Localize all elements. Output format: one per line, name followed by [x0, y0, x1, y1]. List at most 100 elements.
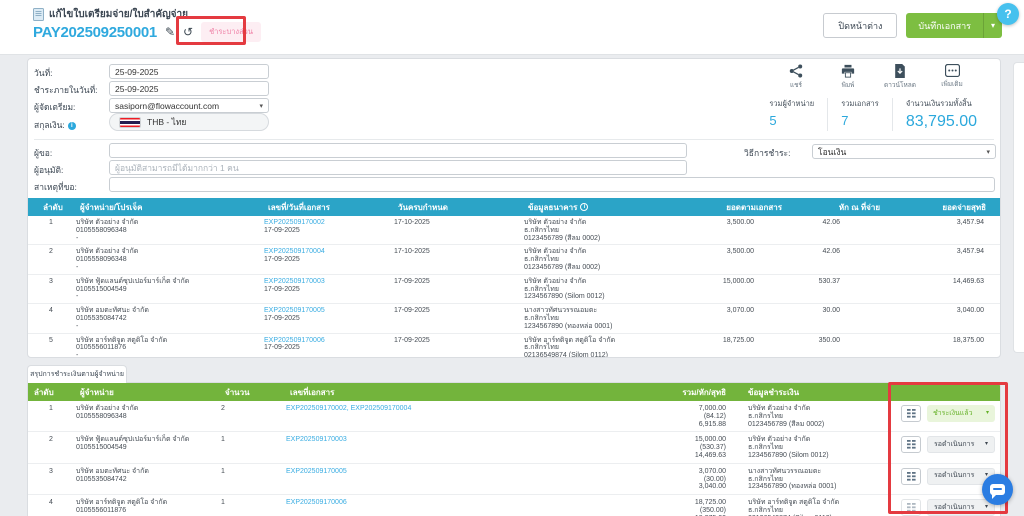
- col-wht: หัก ณ ที่จ่าย: [802, 198, 900, 216]
- vendor-name: บริษัท อาร์ทติจูด สตูดิโอ จำกัด: [76, 337, 260, 345]
- thai-flag-icon: [119, 117, 141, 128]
- bank-account: 0123456789 (สีลม 0002): [524, 235, 690, 243]
- document-link[interactable]: EXP202509170003: [264, 278, 390, 286]
- edit-pencil-icon[interactable]: ✎: [165, 26, 175, 38]
- payment-document-card: วันที่: ชำระภายในวันที่: ผู้จัดเตรียม: s…: [27, 58, 1001, 358]
- withholding: (530.37): [614, 444, 726, 452]
- document-links[interactable]: EXP202509170005: [286, 468, 347, 475]
- vendor-summary-table: ลำดับ ผู้จำหน่าย จำนวน เลขที่เอกสาร รวม/…: [28, 383, 1000, 516]
- documents-table: ลำดับ ผู้จำหน่าย/โปรเจ็ค เลขที่/วันที่เอ…: [28, 198, 1000, 358]
- bank-name: ธ.กสิกรไทย: [524, 256, 690, 264]
- total-amount: 3,070.00: [614, 468, 726, 476]
- status-cell: รอดำเนินการ▾: [895, 432, 1000, 463]
- col-amount: ยอดตามเอกสาร: [692, 198, 802, 216]
- vendor-cell: บริษัท อมตะทัศนะ จำกัด0105535084742: [74, 463, 219, 494]
- payment-status-dropdown[interactable]: รอดำเนินการ▾: [927, 436, 995, 453]
- chevron-down-icon: ▾: [986, 148, 990, 156]
- bank-detail-button[interactable]: [901, 436, 921, 453]
- preparer-value: sasiporn@flowaccount.com: [115, 101, 219, 111]
- currency-selector[interactable]: THB - ไทย: [109, 113, 269, 131]
- amounts-cell: 15,000.00(530.37)14,469.63: [612, 432, 730, 463]
- document-links[interactable]: EXP202509170006: [286, 499, 347, 506]
- documents-table-header: ลำดับ ผู้จำหน่าย/โปรเจ็ค เลขที่/วันที่เอ…: [28, 198, 1000, 216]
- payment-method-label: วิธีการชำระ:: [744, 146, 790, 160]
- tab-vendor-payment-summary[interactable]: สรุปการชำระเงินตามผู้จำหน่าย: [27, 365, 127, 383]
- doc-date: 17-09-2025: [264, 315, 390, 323]
- stat-grand-total: จำนวนเงินรวมทั้งสิ้น 83,795.00: [892, 98, 990, 131]
- grid-icon: [907, 503, 916, 512]
- bank-name: ธ.กสิกรไทย: [524, 286, 690, 294]
- document-link[interactable]: EXP202509170002: [264, 219, 390, 227]
- save-document-button[interactable]: บันทึกเอกสาร ▾: [906, 13, 1002, 38]
- col-docs: เลขที่เอกสาร: [284, 383, 612, 401]
- right-edge-panel: [1013, 62, 1024, 353]
- withholding: 30.00: [802, 304, 900, 333]
- doc-cell: EXP20250917000617-09-2025: [262, 333, 392, 358]
- preparer-select[interactable]: sasiporn@flowaccount.com ▾: [109, 98, 269, 113]
- vendor-cell: บริษัท ฟู้ดแลนด์ซุปเปอร์มาร์เก็ต จำกัด01…: [74, 432, 219, 463]
- document-links[interactable]: EXP202509170003: [286, 436, 347, 443]
- row-index: 1: [28, 401, 74, 432]
- withholding: 42.06: [802, 216, 900, 245]
- vendor-cell: บริษัท อาร์ทติจูด สตูดิโอ จำกัด010555601…: [74, 333, 262, 358]
- requester-input[interactable]: [109, 143, 687, 158]
- document-link[interactable]: EXP202509170006: [264, 337, 390, 345]
- due-date-input[interactable]: [109, 81, 269, 96]
- project: -: [76, 293, 260, 301]
- payment-method-select[interactable]: โอนเงิน ▾: [812, 144, 996, 159]
- history-icon[interactable]: ↺: [183, 26, 193, 38]
- stat-total-vendors: รวมผู้จำหน่าย 5: [756, 98, 827, 131]
- row-index: 3: [28, 463, 74, 494]
- due-date: 17-09-2025: [392, 304, 522, 333]
- close-window-button[interactable]: ปิดหน้าต่าง: [823, 13, 897, 38]
- vendor-tax-id: 0105535084742: [76, 476, 217, 484]
- payment-status-dropdown[interactable]: รอดำเนินการ▾: [927, 499, 995, 516]
- document-links[interactable]: EXP202509170002, EXP202509170004: [286, 405, 411, 412]
- approver-input[interactable]: [109, 160, 687, 175]
- help-button[interactable]: ?: [997, 3, 1019, 25]
- more-label: เพิ่มเติม: [941, 79, 963, 89]
- withholding: (30.00): [614, 476, 726, 484]
- printer-icon: [841, 64, 855, 78]
- currency-label: สกุลเงิน:i: [34, 118, 76, 132]
- vendor-tax-id: 0105515004549: [76, 286, 260, 294]
- document-actions: แชร์ พิมพ์ ดาวน์โหลด เพิ่มเติม: [778, 64, 970, 90]
- bank-name: ธ.กสิกรไทย: [524, 344, 690, 352]
- due-date: 17-10-2025: [392, 216, 522, 245]
- stat-value: 5: [769, 113, 814, 128]
- payee-name: นางสาวทัศนวรรณอมตะ: [524, 307, 690, 315]
- vendor-tax-id: 0105558096348: [76, 227, 260, 235]
- vendor-name: บริษัท อมตะทัศนะ จำกัด: [76, 468, 217, 476]
- bank-detail-button[interactable]: [901, 468, 921, 485]
- vendor-summary-card: ลำดับ ผู้จำหน่าย จำนวน เลขที่เอกสาร รวม/…: [27, 382, 1001, 516]
- share-icon: [789, 64, 803, 78]
- col-payment-info: ข้อมูลชำระเงิน: [730, 383, 895, 401]
- vendor-table-header: ลำดับ ผู้จำหน่าย จำนวน เลขที่เอกสาร รวม/…: [28, 383, 1000, 401]
- vendor-cell: บริษัท ตัวอย่าง จำกัด0105558096348: [74, 401, 219, 432]
- print-button[interactable]: พิมพ์: [830, 64, 866, 90]
- bank-cell: บริษัท ตัวอย่าง จำกัดธ.กสิกรไทย012345678…: [522, 245, 692, 274]
- bank-account: 1234567890 (Silom 0012): [524, 293, 690, 301]
- date-input[interactable]: [109, 64, 269, 79]
- bank-detail-button[interactable]: [901, 499, 921, 516]
- row-index: 3: [28, 274, 74, 303]
- reason-input[interactable]: [109, 177, 995, 192]
- share-button[interactable]: แชร์: [778, 64, 814, 90]
- row-index: 4: [28, 304, 74, 333]
- download-button[interactable]: ดาวน์โหลด: [882, 64, 918, 90]
- chat-widget-button[interactable]: [982, 474, 1013, 505]
- payment-status-dropdown[interactable]: ชำระเงินแล้ว▾: [927, 405, 995, 422]
- bank-account: 0123456789 (สีลม 0002): [748, 421, 893, 429]
- document-link[interactable]: EXP202509170004: [264, 248, 390, 256]
- bank-detail-button[interactable]: [901, 405, 921, 422]
- bank-cell: บริษัท ตัวอย่าง จำกัดธ.กสิกรไทย012345678…: [522, 216, 692, 245]
- document-link[interactable]: EXP202509170005: [264, 307, 390, 315]
- amount: 15,000.00: [692, 274, 802, 303]
- save-dropdown-caret-icon[interactable]: ▾: [984, 21, 1002, 30]
- row-index: 2: [28, 432, 74, 463]
- save-document-label: บันทึกเอกสาร: [906, 19, 983, 33]
- vendor-cell: บริษัท ฟู้ดแลนด์ซุปเปอร์มาร์เก็ต จำกัด01…: [74, 274, 262, 303]
- more-button[interactable]: เพิ่มเติม: [934, 64, 970, 90]
- doc-count: 2: [219, 401, 284, 432]
- col-count: จำนวน: [219, 383, 284, 401]
